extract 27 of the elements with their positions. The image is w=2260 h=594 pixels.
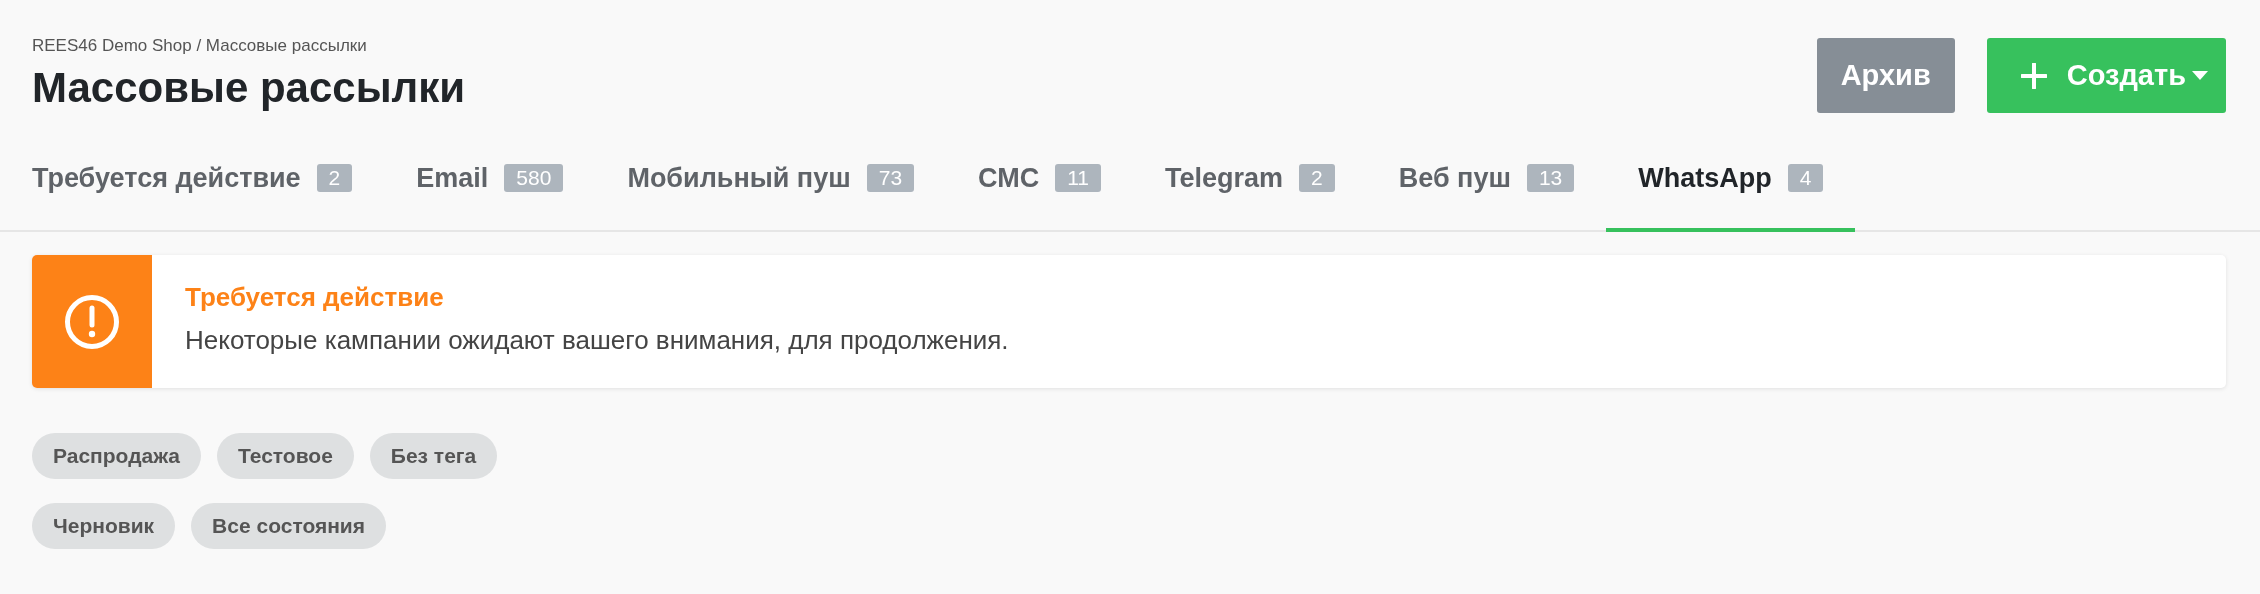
archive-button[interactable]: Архив: [1816, 38, 1955, 113]
channel-tab[interactable]: Веб пуш 13: [1366, 128, 1607, 232]
alert-title: Требуется действие: [185, 282, 445, 313]
breadcrumb: REES46 Demo Shop / Массовые рассылки: [32, 36, 368, 56]
filter-chip[interactable]: Все состояния: [191, 503, 387, 549]
channel-tab[interactable]: WhatsApp 4: [1606, 128, 1856, 232]
filter-chip[interactable]: Распродажа: [32, 433, 201, 479]
count-badge: 73: [866, 164, 915, 192]
count-badge: 4: [1787, 164, 1824, 192]
filter-chip[interactable]: Черновик: [32, 503, 176, 549]
channel-tab[interactable]: Telegram 2: [1133, 128, 1367, 232]
plus-icon: [2020, 62, 2047, 89]
channel-tab[interactable]: СМС 11: [946, 128, 1133, 232]
count-badge: 2: [316, 164, 353, 192]
filter-chip[interactable]: Без тега: [369, 433, 498, 479]
channel-tab[interactable]: Email 580: [384, 128, 596, 232]
channel-tab[interactable]: Требуется действие 2: [0, 128, 385, 232]
page-title: Массовые рассылки: [32, 64, 466, 112]
count-badge: 11: [1055, 164, 1101, 192]
count-badge: 2: [1299, 164, 1335, 192]
count-badge: 13: [1526, 164, 1575, 192]
filter-chip[interactable]: Тестовое: [217, 433, 354, 479]
channel-tab[interactable]: Мобильный пуш 73: [595, 128, 947, 232]
count-badge: 580: [504, 164, 564, 192]
caret-icon: [2192, 71, 2208, 80]
exclamation-icon: [64, 293, 120, 350]
alert-message: Некоторые кампании ожидают вашего внимания, для продолжения.: [185, 325, 1009, 356]
